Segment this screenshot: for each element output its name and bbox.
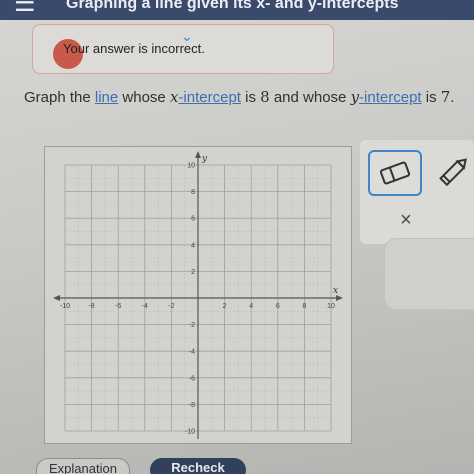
eraser-button[interactable]: [368, 150, 422, 196]
question-part2: whose: [118, 89, 170, 106]
question-suffix: .: [450, 89, 455, 106]
question-part3: is: [240, 89, 261, 106]
pencil-button[interactable]: [434, 152, 474, 192]
screen: ☰ Graphing a line given its x- and y-int…: [0, 0, 474, 474]
feedback-message: Your answer is incorrect.: [63, 41, 205, 56]
x-tick-label: 2: [223, 303, 227, 310]
top-bar: ☰ Graphing a line given its x- and y-int…: [0, 0, 474, 20]
line-link[interactable]: line: [95, 89, 118, 106]
pencil-icon: [439, 158, 467, 187]
x-tick-label: -6: [115, 303, 121, 310]
y-tick-label: 10: [187, 163, 195, 170]
x-tick-label: -10: [60, 303, 70, 310]
side-panel: [384, 238, 474, 310]
hamburger-menu-icon[interactable]: ☰: [14, 0, 38, 16]
question-part4: and whose: [269, 89, 351, 106]
y-axis-arrow-up: [195, 151, 201, 158]
recheck-button[interactable]: Recheck: [150, 458, 246, 474]
x-axis-arrow-left: [53, 295, 60, 301]
y-tick-label: 8: [191, 189, 195, 196]
y-tick-label: -10: [185, 429, 195, 436]
x-intercept-value: 8: [260, 88, 270, 106]
x-tick-label: -4: [142, 303, 148, 310]
y-tick-label: 4: [191, 242, 195, 249]
x-tick-label: 4: [249, 303, 253, 310]
question-part5: is: [421, 89, 441, 106]
y-intercept-value: 7: [440, 88, 451, 106]
y-tick-label: -8: [189, 402, 195, 409]
graphing-area[interactable]: x y -10 -8 -6 -4 -2 2 4 6 8 10 10 8 6 4 2 -2 -4 -6 -8 -10: [44, 146, 352, 444]
y-tick-label: -2: [189, 322, 195, 329]
coordinate-grid[interactable]: x y -10 -8 -6 -4 -2 2 4 6 8 10 10 8 6 4 2 -2 -4 -6 -8 -10: [45, 147, 351, 443]
x-intercept-link[interactable]: -intercept: [178, 89, 241, 106]
y-tick-label: -4: [189, 349, 195, 356]
eraser-icon: [379, 161, 411, 185]
x-tick-label: 6: [276, 303, 280, 310]
y-variable: y: [350, 88, 360, 106]
question-prefix: Graph the: [24, 89, 95, 106]
question-text: Graph the line whose x-intercept is 8 an…: [24, 88, 454, 106]
close-icon[interactable]: ×: [392, 206, 420, 234]
x-tick-label: 8: [302, 303, 306, 310]
y-axis-label: y: [201, 154, 208, 164]
feedback-panel: ⌄ Your answer is incorrect.: [32, 24, 334, 74]
page-title: Graphing a line given its x- and y-inter…: [66, 0, 399, 12]
x-tick-label: -2: [168, 303, 174, 310]
x-tick-label: 10: [327, 303, 335, 310]
tool-panel: ×: [360, 140, 474, 244]
y-intercept-link[interactable]: -intercept: [359, 89, 422, 106]
y-tick-label: -6: [189, 375, 195, 382]
y-tick-label: 6: [191, 216, 195, 223]
y-tick-label: 2: [191, 269, 195, 276]
x-axis-label: x: [333, 286, 338, 296]
explanation-button[interactable]: Explanation: [36, 458, 130, 474]
x-tick-label: -8: [88, 303, 94, 310]
